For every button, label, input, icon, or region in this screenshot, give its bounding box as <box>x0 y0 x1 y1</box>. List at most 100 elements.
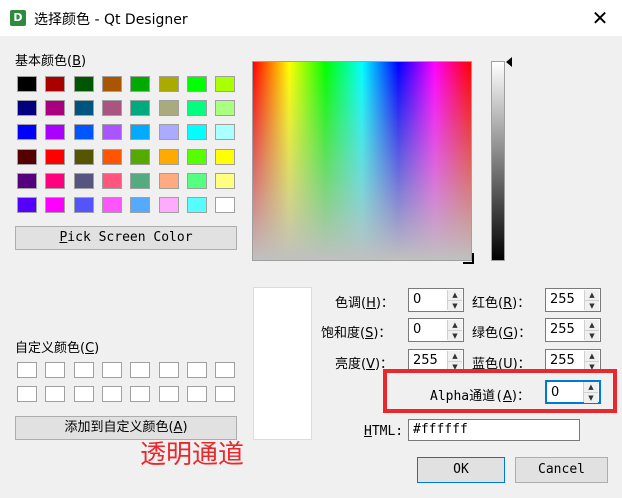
basic-color-swatch[interactable] <box>17 100 37 117</box>
basic-color-swatch[interactable] <box>215 148 236 165</box>
basic-color-swatch[interactable] <box>45 172 66 189</box>
basic-color-swatch[interactable] <box>186 76 207 92</box>
basic-color-swatch[interactable] <box>101 76 122 92</box>
basic-color-swatch[interactable] <box>17 197 37 213</box>
basic-color-swatch[interactable] <box>73 197 94 213</box>
pick-screen-color-button[interactable]: Pick Screen Color <box>15 226 237 250</box>
basic-color-swatch[interactable] <box>17 148 37 165</box>
basic-color-swatch[interactable] <box>130 197 151 213</box>
basic-color-swatch[interactable] <box>130 124 151 141</box>
blue-value: 255 <box>550 353 575 368</box>
basic-color-swatch[interactable] <box>101 124 122 141</box>
basic-color-swatch[interactable] <box>186 124 207 141</box>
basic-color-swatch[interactable] <box>45 197 66 213</box>
ok-button[interactable]: OK <box>417 457 505 483</box>
basic-colors-label-text: 基本颜色( <box>15 54 73 69</box>
spin-down-icon[interactable]: ▼ <box>448 300 462 311</box>
hue-saturation-spectrum[interactable] <box>252 61 472 261</box>
luminance-slider[interactable] <box>491 61 505 261</box>
green-label: 绿色(G)： <box>472 322 531 341</box>
basic-color-swatch[interactable] <box>158 76 179 92</box>
spin-down-icon[interactable]: ▼ <box>584 392 598 403</box>
spin-up-icon[interactable]: ▲ <box>448 320 462 330</box>
custom-color-swatch[interactable] <box>45 362 66 378</box>
basic-color-swatch[interactable] <box>73 124 94 141</box>
custom-color-swatch[interactable] <box>73 362 94 378</box>
spin-down-icon[interactable]: ▼ <box>585 300 599 311</box>
basic-color-swatch[interactable] <box>215 100 236 117</box>
red-spinbox[interactable]: 255 ▲ ▼ <box>545 288 601 312</box>
hue-value: 0 <box>413 292 422 307</box>
close-icon[interactable]: ✕ <box>588 5 612 31</box>
saturation-label: 饱和度(S)： <box>321 322 391 341</box>
red-label-suffix: )： <box>512 296 531 311</box>
basic-color-swatch[interactable] <box>215 197 236 213</box>
custom-color-swatch[interactable] <box>101 386 122 402</box>
basic-color-swatch[interactable] <box>130 148 151 165</box>
spin-up-icon[interactable]: ▲ <box>448 290 462 300</box>
basic-color-swatch[interactable] <box>215 76 236 92</box>
custom-color-swatch[interactable] <box>215 386 236 402</box>
basic-color-swatch[interactable] <box>215 172 236 189</box>
basic-color-swatch[interactable] <box>130 172 151 189</box>
basic-color-swatch[interactable] <box>158 148 179 165</box>
spin-down-icon[interactable]: ▼ <box>585 330 599 341</box>
basic-color-swatch[interactable] <box>73 172 94 189</box>
hue-spinbox[interactable]: 0 ▲ ▼ <box>408 288 464 312</box>
basic-color-swatch[interactable] <box>186 148 207 165</box>
custom-color-swatch[interactable] <box>186 386 207 402</box>
basic-color-swatch[interactable] <box>45 148 66 165</box>
custom-color-swatch[interactable] <box>17 386 37 402</box>
basic-color-swatch[interactable] <box>130 76 151 92</box>
custom-color-swatch[interactable] <box>186 362 207 378</box>
basic-color-swatch[interactable] <box>101 148 122 165</box>
custom-color-swatch[interactable] <box>101 362 122 378</box>
basic-color-swatch[interactable] <box>45 100 66 117</box>
custom-color-swatch[interactable] <box>158 362 179 378</box>
hue-label: 色调(H)： <box>335 292 394 311</box>
basic-color-swatch[interactable] <box>158 197 179 213</box>
custom-color-swatch[interactable] <box>215 362 236 378</box>
spin-up-icon[interactable]: ▲ <box>585 320 599 330</box>
basic-color-swatch[interactable] <box>73 100 94 117</box>
custom-colors-label: 自定义颜色(C) <box>15 337 99 356</box>
alpha-value: 0 <box>551 385 560 400</box>
spin-up-icon[interactable]: ▲ <box>585 290 599 300</box>
add-custom-label: 添加到自定义颜色( <box>64 420 174 435</box>
luminance-pointer-icon[interactable] <box>505 57 513 67</box>
basic-color-swatch[interactable] <box>101 100 122 117</box>
custom-color-swatch[interactable] <box>158 386 179 402</box>
basic-color-swatch[interactable] <box>158 100 179 117</box>
basic-color-swatch[interactable] <box>17 76 37 92</box>
basic-color-swatch[interactable] <box>45 76 66 92</box>
basic-color-swatch[interactable] <box>158 124 179 141</box>
basic-color-swatch[interactable] <box>186 197 207 213</box>
html-color-input[interactable]: #ffffff <box>408 419 580 441</box>
saturation-spinbox[interactable]: 0 ▲ ▼ <box>408 318 464 342</box>
basic-color-swatch[interactable] <box>215 124 236 141</box>
custom-color-swatch[interactable] <box>130 362 151 378</box>
saturation-label-text: 饱和度( <box>321 326 366 341</box>
spin-up-icon[interactable]: ▲ <box>584 382 598 392</box>
green-spinbox[interactable]: 255 ▲ ▼ <box>545 318 601 342</box>
basic-color-swatch[interactable] <box>17 124 37 141</box>
basic-color-swatch[interactable] <box>45 124 66 141</box>
custom-color-swatch[interactable] <box>45 386 66 402</box>
alpha-spinbox[interactable]: 0 ▲ ▼ <box>545 380 601 404</box>
basic-color-swatch[interactable] <box>17 172 37 189</box>
basic-color-swatch[interactable] <box>73 76 94 92</box>
cancel-button[interactable]: Cancel <box>515 457 608 483</box>
basic-color-swatch[interactable] <box>130 100 151 117</box>
basic-color-swatch[interactable] <box>186 172 207 189</box>
basic-color-swatch[interactable] <box>101 197 122 213</box>
custom-color-swatch[interactable] <box>130 386 151 402</box>
basic-color-swatch[interactable] <box>101 172 122 189</box>
custom-color-swatch[interactable] <box>17 362 37 378</box>
spin-up-icon[interactable]: ▲ <box>585 351 599 361</box>
custom-color-swatch[interactable] <box>73 386 94 402</box>
basic-color-swatch[interactable] <box>158 172 179 189</box>
spin-up-icon[interactable]: ▲ <box>448 351 462 361</box>
basic-color-swatch[interactable] <box>186 100 207 117</box>
basic-color-swatch[interactable] <box>73 148 94 165</box>
spin-down-icon[interactable]: ▼ <box>448 330 462 341</box>
